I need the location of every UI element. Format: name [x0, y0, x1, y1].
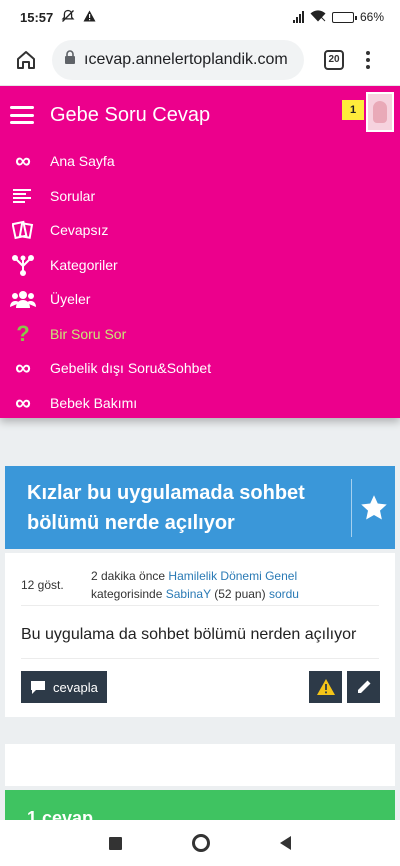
star-icon	[360, 494, 387, 519]
tab-switcher-button[interactable]: 20	[324, 49, 344, 70]
nav-item-label: Bir Soru Sor	[50, 325, 127, 342]
nav-item-gebelik-disi[interactable]: ∞ Gebelik dışı Soru&Sohbet	[0, 351, 400, 386]
category-suffix: kategorisinde	[91, 587, 163, 601]
nav-item-bebek-bakimi[interactable]: ∞ Bebek Bakımı	[0, 386, 400, 421]
system-nav-bar	[0, 820, 400, 866]
infinity-icon: ∞	[15, 355, 31, 381]
edit-button[interactable]	[347, 671, 380, 703]
nav-item-ana-sayfa[interactable]: ∞ Ana Sayfa	[0, 144, 400, 179]
battery-percent: 66%	[359, 10, 384, 24]
question-action-link[interactable]: sordu	[269, 587, 299, 601]
nav-list: ∞ Ana Sayfa Sorular Cevapsız Kategoriler…	[0, 144, 400, 420]
nav-item-label: Cevapsız	[50, 222, 109, 239]
site-title[interactable]: Gebe Soru Cevap	[50, 104, 210, 127]
answer-button[interactable]: cevapla	[21, 671, 107, 703]
hamburger-menu-icon[interactable]	[10, 106, 34, 124]
status-left: 15:57	[20, 9, 96, 26]
status-bar: 15:57 66%	[0, 0, 400, 34]
nav-item-label: Üyeler	[50, 291, 91, 308]
battery-icon	[331, 11, 357, 23]
hierarchy-icon	[10, 254, 36, 276]
users-icon	[10, 288, 36, 310]
url-text: ıcevap.annelertoplandik.com	[84, 50, 288, 68]
author-link[interactable]: SabinaY	[166, 587, 211, 601]
nav-item-label: Gebelik dışı Soru&Sohbet	[50, 360, 212, 377]
category-link[interactable]: Hamilelik Dönemi Genel	[168, 569, 297, 583]
list-icon	[10, 185, 36, 207]
cards-icon	[10, 219, 36, 241]
divider	[21, 605, 379, 606]
warning-icon	[83, 10, 96, 25]
comment-icon	[31, 680, 45, 694]
avatar-image	[373, 101, 387, 123]
user-avatar[interactable]	[366, 92, 394, 132]
question-mark-icon: ?	[16, 320, 30, 346]
infinity-icon: ∞	[15, 389, 31, 415]
answer-button-label: cevapla	[53, 679, 98, 695]
browser-toolbar: ıcevap.annelertoplandik.com 20	[0, 34, 400, 86]
question-info: 2 dakika önce Hamilelik Dönemi Genel kat…	[91, 567, 379, 603]
question-header: Kızlar bu uygulamada sohbet bölümü nerde…	[5, 466, 395, 549]
time-ago: 2 dakika önce	[91, 569, 166, 583]
notifications-off-icon	[61, 9, 75, 26]
browser-menu-button[interactable]	[360, 48, 376, 72]
signal-icon	[292, 11, 304, 23]
home-icon	[17, 50, 35, 69]
home-circle-icon[interactable]	[192, 834, 210, 852]
pencil-icon	[357, 680, 370, 693]
lock-icon	[64, 50, 76, 69]
site-nav: Gebe Soru Cevap 1 ∞ Ana Sayfa Sorular Ce…	[0, 86, 400, 418]
page-content: Gebe Soru Cevap 1 ∞ Ana Sayfa Sorular Ce…	[0, 86, 400, 820]
nav-item-label: Kategoriler	[50, 256, 118, 273]
back-icon[interactable]	[280, 836, 291, 850]
view-count: 12 göst.	[21, 578, 64, 592]
question-title: Kızlar bu uygulamada sohbet bölümü nerde…	[27, 481, 305, 534]
infinity-icon: ∞	[15, 148, 31, 174]
wifi-icon	[310, 9, 326, 25]
flag-button[interactable]	[309, 671, 342, 703]
nav-item-uyeler[interactable]: Üyeler	[0, 282, 400, 317]
more-dot	[366, 57, 370, 62]
divider	[21, 658, 379, 659]
address-bar[interactable]: ıcevap.annelertoplandik.com	[52, 39, 304, 80]
favorite-button[interactable]	[351, 478, 395, 537]
notification-badge[interactable]: 1	[342, 100, 364, 120]
recents-icon[interactable]	[109, 836, 122, 850]
nav-header: Gebe Soru Cevap 1	[0, 86, 400, 144]
more-dot	[366, 50, 370, 55]
author-points: (52 puan)	[214, 587, 266, 601]
status-time: 15:57	[20, 9, 54, 25]
warning-icon	[316, 679, 335, 695]
empty-card	[5, 744, 395, 786]
nav-item-bir-soru-sor[interactable]: ? Bir Soru Sor	[0, 317, 400, 352]
question-meta: 12 göst. 2 dakika önce Hamilelik Dönemi …	[21, 567, 379, 603]
answers-count-bar: 1 cevap	[5, 790, 395, 820]
nav-item-sorular[interactable]: Sorular	[0, 179, 400, 214]
nav-item-label: Ana Sayfa	[50, 153, 115, 170]
nav-item-label: Sorular	[50, 187, 96, 204]
question-card: 12 göst. 2 dakika önce Hamilelik Dönemi …	[5, 553, 395, 717]
more-dot	[366, 64, 370, 69]
question-body: Bu uygulama da sohbet bölümü nerden açıl…	[21, 626, 357, 643]
nav-item-label: Bebek Bakımı	[50, 394, 138, 411]
nav-item-cevapsiz[interactable]: Cevapsız	[0, 213, 400, 248]
home-button[interactable]	[12, 46, 40, 74]
status-right: 66%	[292, 9, 384, 25]
nav-item-kategoriler[interactable]: Kategoriler	[0, 248, 400, 283]
